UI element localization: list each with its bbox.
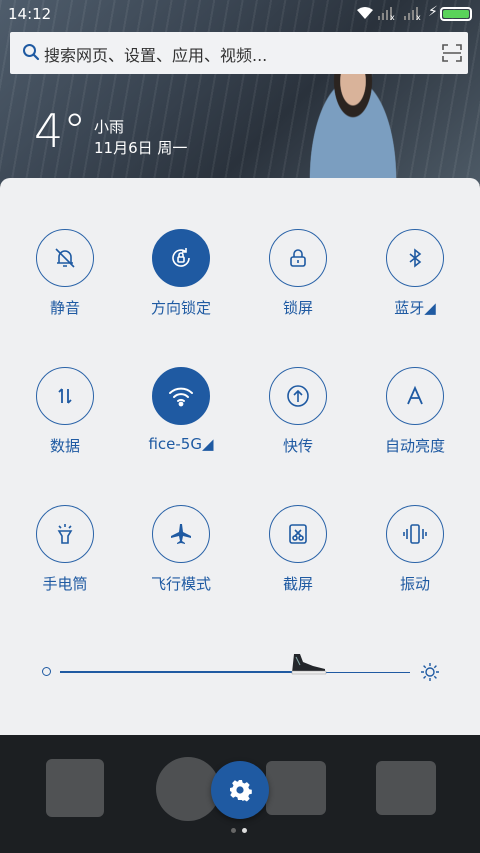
tile-airplane-mode[interactable]: 飞行模式 — [121, 505, 241, 615]
search-icon — [23, 44, 40, 61]
page-indicator — [231, 828, 247, 833]
flashlight-icon — [57, 524, 73, 544]
lock-icon — [290, 249, 306, 267]
tile-lock-screen-label: 锁屏 — [282, 299, 313, 317]
status-time: 14:12 — [8, 5, 52, 23]
tile-silent[interactable]: 静音 — [5, 229, 125, 339]
battery-icon — [440, 7, 472, 21]
signal-strength-icon: x — [378, 7, 395, 20]
weather-condition: 小雨 — [94, 118, 125, 136]
calculator-app-icon[interactable] — [46, 759, 104, 817]
tile-vibrate[interactable]: 振动 — [355, 505, 475, 615]
tile-rotation-lock-button[interactable] — [152, 229, 210, 287]
tile-data-button[interactable] — [36, 367, 94, 425]
tile-auto-brightness-label: 自动亮度 — [384, 437, 445, 455]
data-arrows-icon — [58, 388, 72, 404]
tile-vibrate-label: 振动 — [399, 575, 430, 593]
brightness-slider[interactable] — [38, 654, 442, 684]
tile-lock-screen-button[interactable] — [269, 229, 327, 287]
bluetooth-icon — [409, 248, 422, 268]
tile-lock-screen[interactable]: 锁屏 — [238, 229, 358, 339]
tile-wifi[interactable]: fice-5G◢ — [121, 367, 241, 477]
wifi-icon — [169, 387, 193, 407]
messages-app-icon[interactable] — [266, 761, 326, 815]
tile-airplane-mode-label: 飞行模式 — [150, 575, 211, 593]
auto-brightness-icon — [407, 385, 423, 405]
weather-date: 11月6日 周一 — [94, 139, 188, 157]
vibrate-icon — [403, 524, 427, 544]
brightness-high-icon — [421, 663, 439, 681]
tile-flashlight-label: 手电筒 — [42, 575, 88, 593]
tile-flashlight[interactable]: 手电筒 — [5, 505, 125, 615]
tile-screenshot-button[interactable] — [269, 505, 327, 563]
signal-x-mark-2: x — [416, 13, 421, 20]
tile-flashlight-button[interactable] — [36, 505, 94, 563]
tile-quick-transfer[interactable]: 快传 — [238, 367, 358, 477]
tile-auto-brightness[interactable]: 自动亮度 — [355, 367, 475, 477]
gear-icon — [230, 780, 252, 802]
page-dot-1 — [231, 828, 236, 833]
search-placeholder: 搜索网页、设置、应用、视频... — [44, 46, 268, 65]
brightness-thumb-sneaker-icon[interactable] — [288, 650, 330, 676]
bell-off-icon — [55, 248, 75, 268]
status-bar: 14:12 x x ⚡ — [0, 0, 480, 28]
tile-wifi-label: fice-5G◢ — [148, 435, 214, 453]
tile-rotation-lock-label: 方向锁定 — [150, 299, 211, 317]
brightness-track-filled — [60, 671, 305, 673]
quick-settings-panel: 静音 方向锁定 锁屏 蓝牙◢ 数据 fice-5G◢ 快传 自动亮度 手电筒 飞… — [0, 178, 480, 735]
tile-data[interactable]: 数据 — [5, 367, 125, 477]
tile-data-label: 数据 — [49, 437, 80, 455]
screenshot-icon — [289, 524, 307, 544]
tile-airplane-mode-button[interactable] — [152, 505, 210, 563]
airplane-icon — [171, 524, 191, 544]
tile-vibrate-button[interactable] — [386, 505, 444, 563]
weather-temperature[interactable]: 4° — [34, 108, 86, 154]
tile-silent-button[interactable] — [36, 229, 94, 287]
scan-icon[interactable] — [442, 44, 462, 62]
page-dot-2 — [242, 828, 247, 833]
tile-quick-transfer-button[interactable] — [269, 367, 327, 425]
tile-bluetooth-button[interactable] — [386, 229, 444, 287]
tile-screenshot-label: 截屏 — [282, 575, 313, 593]
signal-strength-icon-2: x — [404, 7, 421, 20]
settings-button[interactable] — [211, 761, 269, 819]
camera-app-icon[interactable] — [376, 761, 436, 815]
upload-icon — [287, 385, 309, 407]
tile-bluetooth-label: 蓝牙◢ — [394, 299, 436, 317]
brightness-low-icon — [42, 667, 51, 676]
tile-quick-transfer-label: 快传 — [282, 437, 313, 455]
tile-silent-label: 静音 — [49, 299, 80, 317]
tile-bluetooth[interactable]: 蓝牙◢ — [355, 229, 475, 339]
charging-icon: ⚡ — [428, 4, 438, 20]
tile-auto-brightness-button[interactable] — [386, 367, 444, 425]
search-bar[interactable]: 搜索网页、设置、应用、视频... — [10, 32, 468, 74]
battery-fill — [443, 10, 469, 18]
tile-rotation-lock[interactable]: 方向锁定 — [121, 229, 241, 339]
wifi-status-icon — [357, 7, 373, 19]
tile-wifi-button[interactable] — [152, 367, 210, 425]
rotation-lock-icon — [172, 248, 190, 267]
tile-screenshot[interactable]: 截屏 — [238, 505, 358, 615]
signal-x-mark: x — [390, 13, 395, 20]
